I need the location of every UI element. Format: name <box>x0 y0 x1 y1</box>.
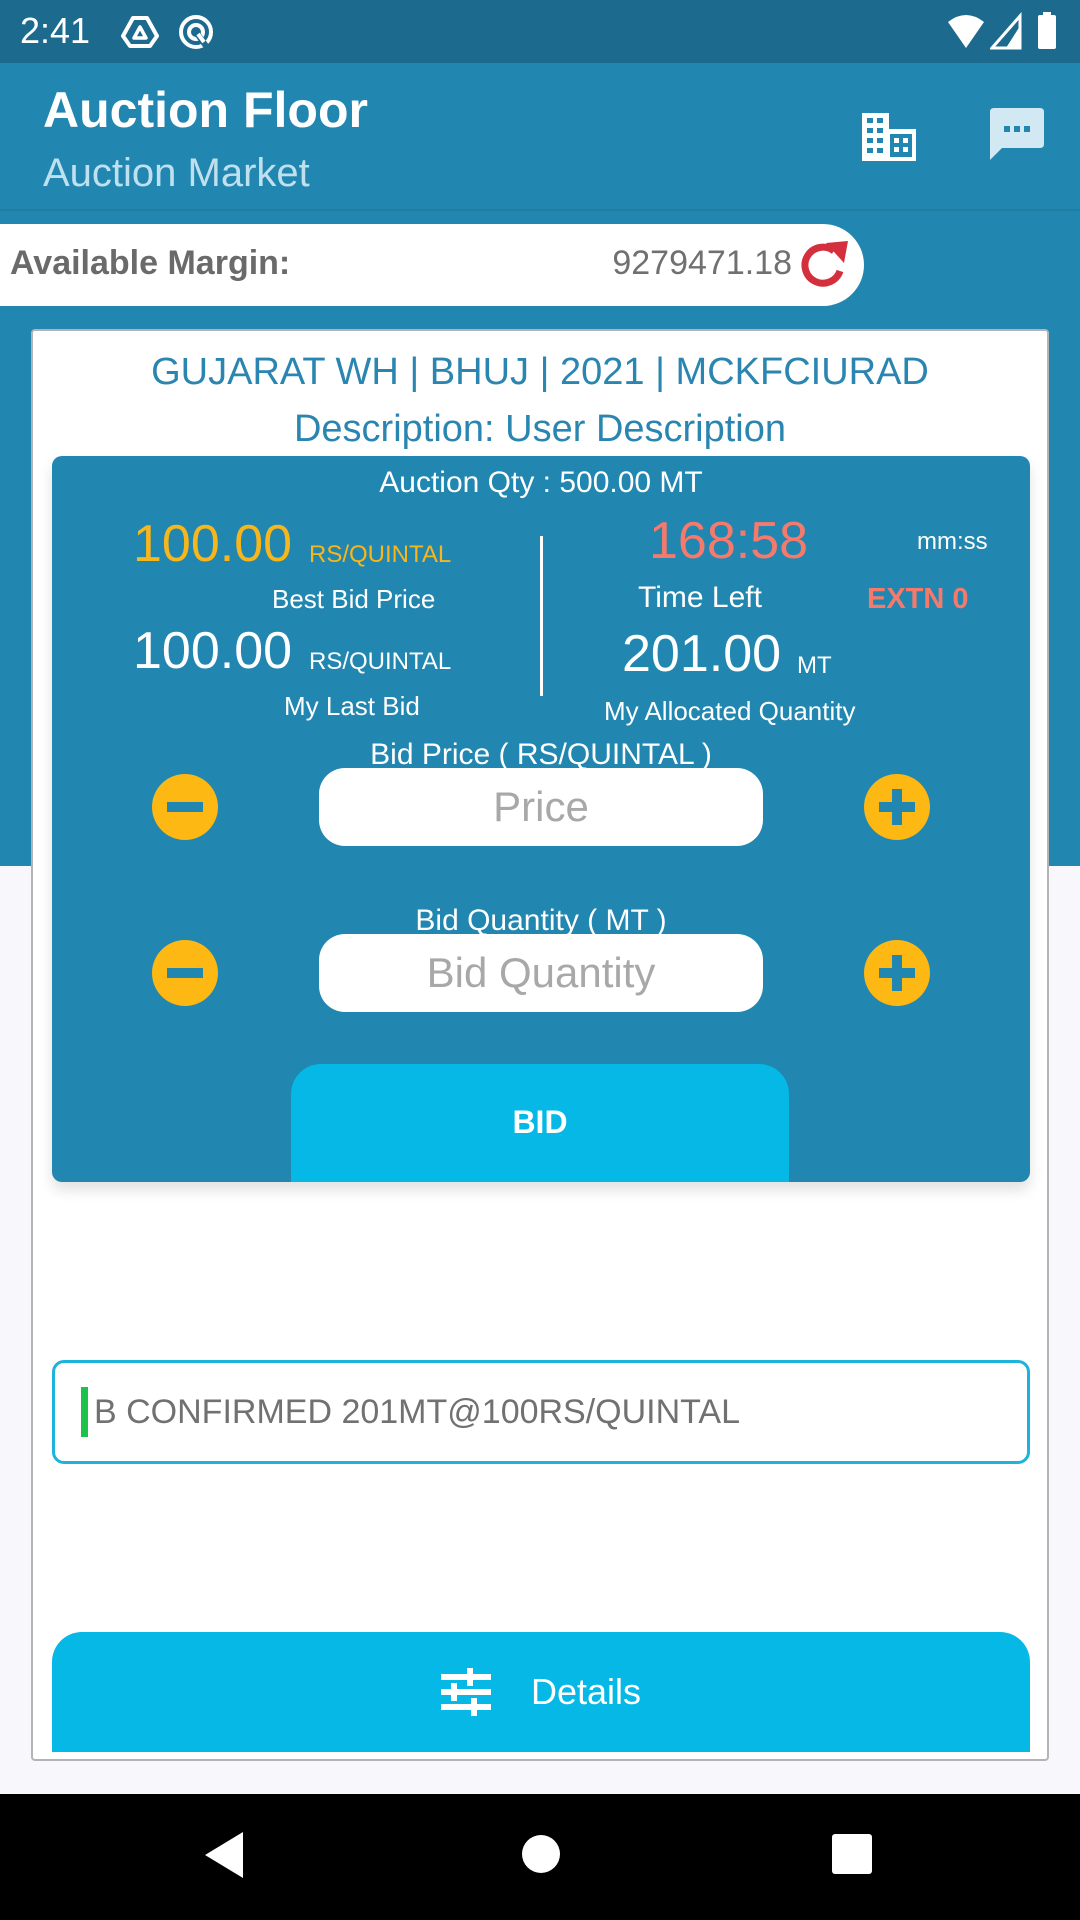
wifi-icon <box>946 12 986 57</box>
details-label: Details <box>530 1671 642 1712</box>
quantity-decrement-button[interactable] <box>152 940 218 1006</box>
price-decrement-button[interactable] <box>152 774 218 840</box>
plus-icon <box>879 789 915 825</box>
available-margin-bar: Available Margin: 9279471.18 <box>0 224 864 306</box>
quantity-increment-button[interactable] <box>864 940 930 1006</box>
lot-description: Description: User Description <box>293 408 787 450</box>
bid-price-input[interactable] <box>319 783 763 831</box>
battery-icon <box>1036 12 1058 57</box>
signal-icon <box>988 12 1022 57</box>
column-divider <box>540 536 543 696</box>
drive-icon <box>120 12 160 57</box>
status-message-text: B CONFIRMED 201MT@100RS/QUINTAL <box>94 1392 741 1431</box>
time-left-label: Time Left <box>638 581 762 614</box>
tune-icon <box>440 1668 491 1716</box>
best-bid-value: 100.00 <box>133 515 293 573</box>
last-bid-unit: RS/QUINTAL <box>309 648 452 675</box>
time-format: mm:ss <box>917 528 988 555</box>
status-indicator <box>81 1387 88 1437</box>
allocated-qty-value: 201.00 <box>622 625 782 683</box>
bid-price-label: Bid Price ( RS/QUINTAL ) <box>370 738 712 771</box>
best-bid-unit: RS/QUINTAL <box>309 541 452 568</box>
bid-quantity-input[interactable] <box>319 949 763 997</box>
quick-settings-icon <box>176 12 216 57</box>
margin-label: Available Margin: <box>10 244 291 282</box>
best-bid-label: Best Bid Price <box>272 584 436 614</box>
recents-button[interactable] <box>832 1834 872 1879</box>
auction-qty: Auction Qty : 500.00 MT <box>379 466 703 499</box>
last-bid-value: 100.00 <box>133 622 293 680</box>
bid-price-field[interactable] <box>319 768 763 846</box>
bid-quantity-field[interactable] <box>319 934 763 1012</box>
price-increment-button[interactable] <box>864 774 930 840</box>
home-button[interactable] <box>521 1834 561 1879</box>
building-icon[interactable] <box>862 113 916 166</box>
plus-icon <box>879 955 915 991</box>
auction-card: GUJARAT WH | BHUJ | 2021 | MCKFCIURAD De… <box>31 329 1049 1761</box>
refresh-icon[interactable] <box>796 237 852 293</box>
back-button[interactable] <box>205 1832 245 1883</box>
chat-icon[interactable] <box>990 108 1044 167</box>
extension-count: EXTN 0 <box>867 583 969 615</box>
minus-icon <box>167 968 203 978</box>
system-nav-bar <box>0 1794 1080 1920</box>
time-left-value: 168:58 <box>649 512 809 570</box>
allocated-qty-label: My Allocated Quantity <box>604 696 856 726</box>
page-title: Auction Floor <box>43 82 368 138</box>
status-time: 2:41 <box>20 10 91 51</box>
status-bar: 2:41 <box>0 0 1080 63</box>
last-bid-label: My Last Bid <box>284 691 420 721</box>
margin-value: 9279471.18 <box>612 244 792 282</box>
allocated-qty-unit: MT <box>797 652 832 679</box>
page-subtitle: Auction Market <box>43 151 310 195</box>
bid-quantity-label: Bid Quantity ( MT ) <box>415 904 667 937</box>
app-bar: Auction Floor Auction Market <box>0 63 1080 211</box>
bid-button[interactable]: BID <box>291 1064 789 1182</box>
minus-icon <box>167 802 203 812</box>
lot-title: GUJARAT WH | BHUJ | 2021 | MCKFCIURAD <box>151 351 929 393</box>
bid-status-message: B CONFIRMED 201MT@100RS/QUINTAL <box>52 1360 1030 1464</box>
details-button[interactable]: Details <box>52 1632 1030 1752</box>
bid-panel: Auction Qty : 500.00 MT 100.00 RS/QUINTA… <box>52 456 1030 1182</box>
